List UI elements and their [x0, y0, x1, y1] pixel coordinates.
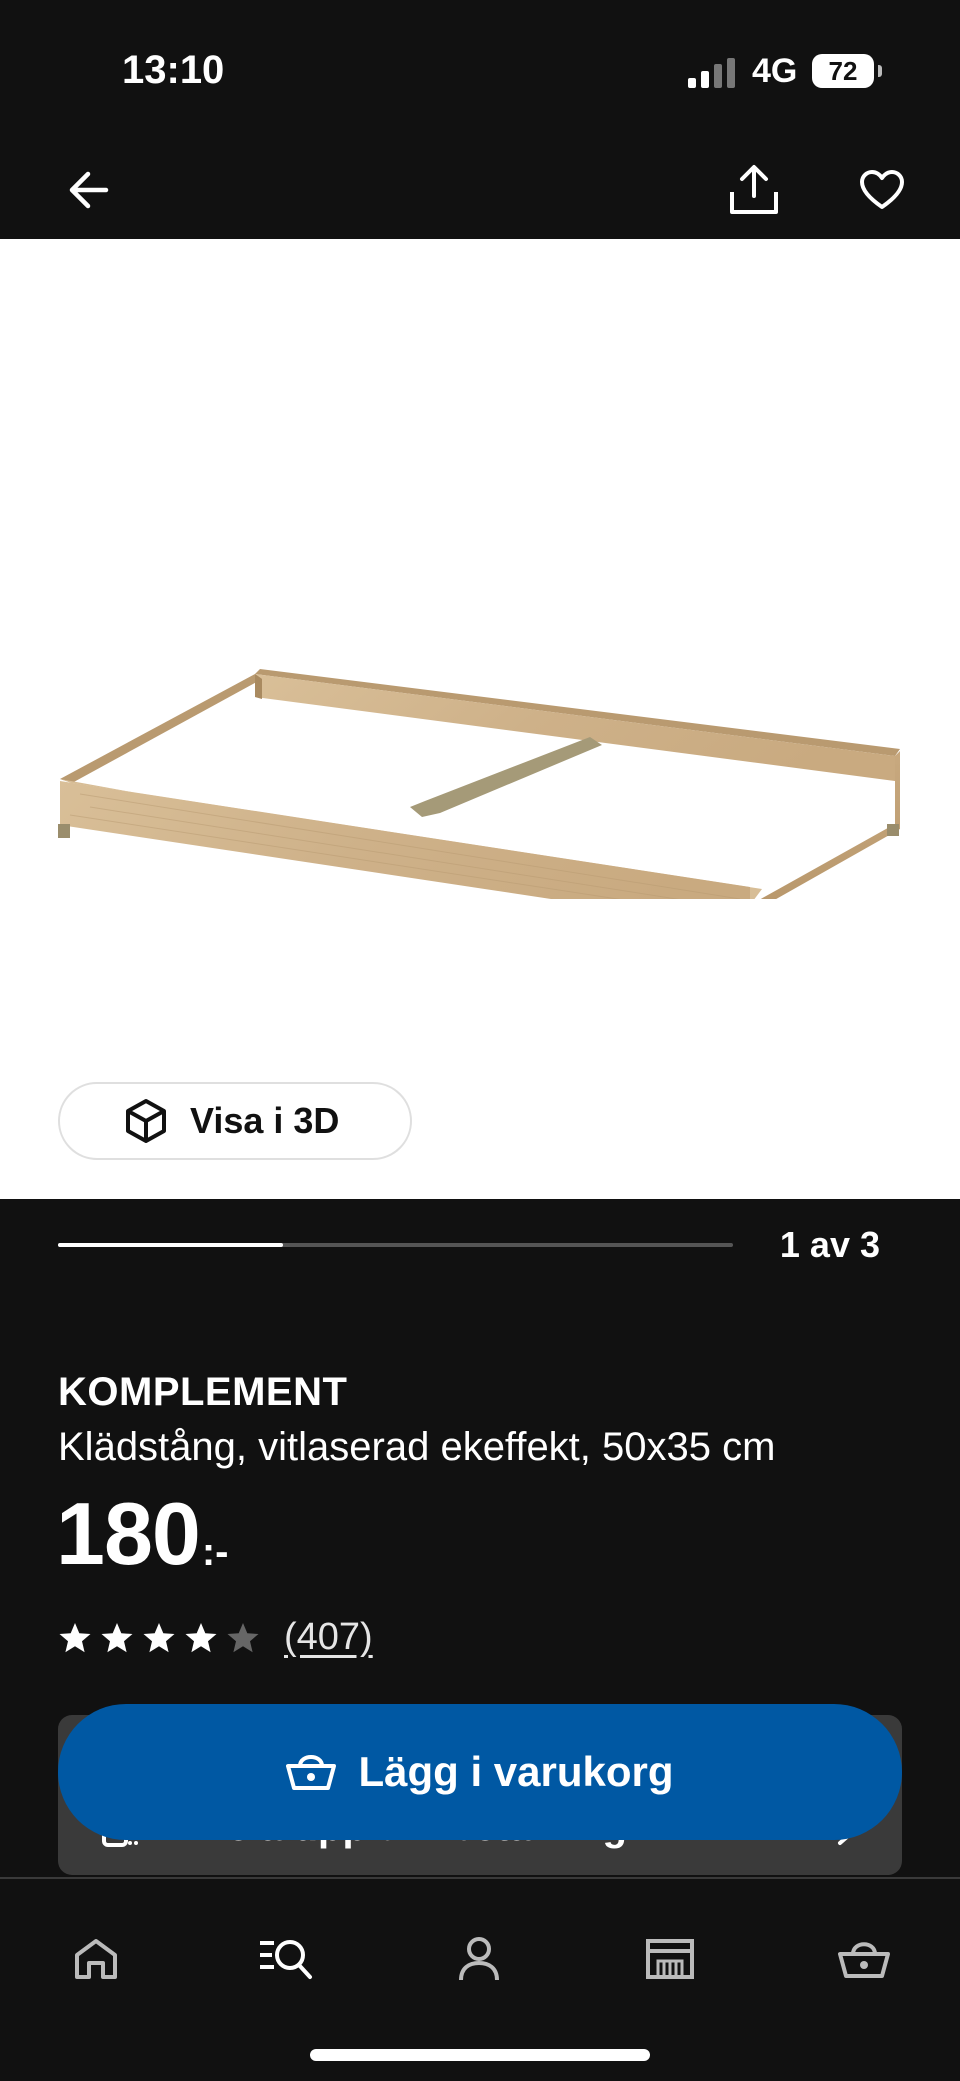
product-price: 180 :-: [56, 1490, 228, 1578]
gallery-progress-fill: [58, 1243, 283, 1247]
price-suffix: :-: [201, 1530, 229, 1574]
product-rating[interactable]: (407): [58, 1616, 373, 1659]
nav-profile[interactable]: [449, 1929, 509, 1989]
add-to-cart-button[interactable]: Lägg i varukorg: [58, 1704, 902, 1840]
star-icon: [101, 1622, 133, 1652]
arrow-left-icon: [69, 171, 109, 209]
star-icon: [185, 1622, 217, 1652]
cellular-signal-icon: [688, 58, 735, 88]
view-3d-label: Visa i 3D: [190, 1100, 340, 1141]
view-3d-button[interactable]: Visa i 3D: [58, 1082, 412, 1160]
nav-search[interactable]: [256, 1929, 316, 1989]
search-icon: [260, 1940, 312, 1979]
share-button[interactable]: [724, 158, 784, 222]
review-count[interactable]: (407): [284, 1616, 373, 1659]
product-brand: KOMPLEMENT: [58, 1370, 348, 1414]
nav-cart[interactable]: [834, 1929, 894, 1989]
nav-store[interactable]: [640, 1929, 700, 1989]
status-bar: 13:10 4G 72: [0, 0, 960, 140]
share-icon: [730, 165, 778, 214]
top-bar: [0, 140, 960, 239]
product-description: Klädstång, vitlaserad ekeffekt, 50x35 cm: [58, 1425, 776, 1469]
battery-icon: 72: [812, 54, 882, 88]
product-image: [58, 669, 900, 899]
gallery-progress: [58, 1243, 733, 1247]
store-icon: [646, 1939, 694, 1979]
star-icon: [59, 1622, 91, 1652]
cube-icon: [126, 1099, 166, 1143]
star-icon: [143, 1622, 175, 1652]
product-gallery[interactable]: Visa i 3D: [0, 239, 960, 1199]
page-counter: 1 av 3: [779, 1224, 880, 1265]
heart-icon: [860, 170, 904, 209]
basket-icon: [838, 1942, 890, 1978]
nav-home[interactable]: [66, 1929, 126, 1989]
back-button[interactable]: [58, 160, 118, 220]
add-to-cart-label: Lägg i varukorg: [358, 1748, 674, 1795]
profile-icon: [459, 1937, 499, 1981]
favorite-button[interactable]: [852, 160, 912, 220]
home-indicator: [310, 2049, 650, 2061]
battery-level: 72: [828, 55, 858, 86]
basket-icon: [286, 1755, 337, 1790]
price-value: 180: [56, 1484, 201, 1583]
status-time: 13:10: [122, 48, 225, 92]
star-icon: [227, 1622, 259, 1652]
home-icon: [75, 1939, 117, 1979]
network-type: 4G: [752, 52, 798, 90]
